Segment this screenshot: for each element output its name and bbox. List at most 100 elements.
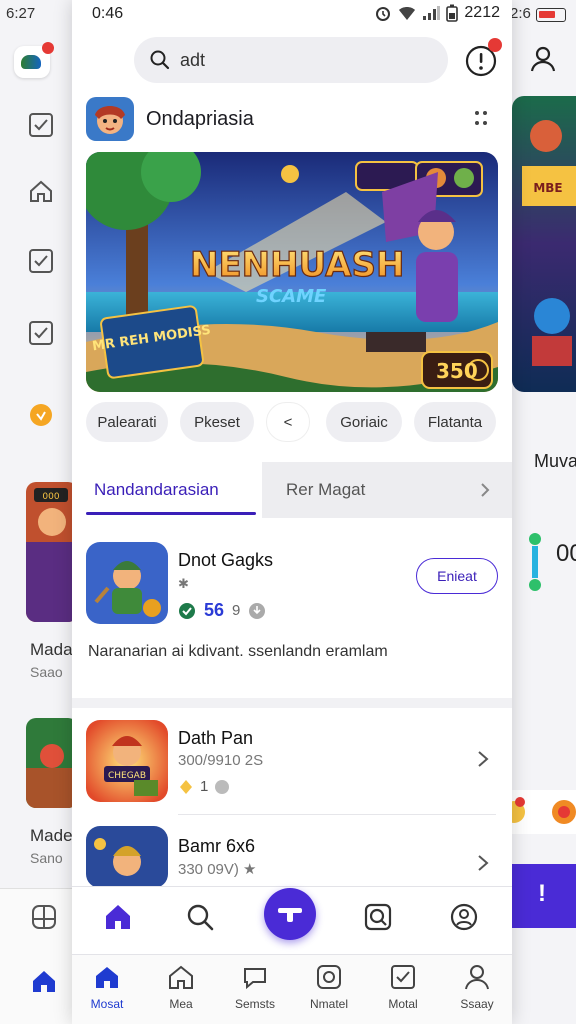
featured-title: Dnot Gagks bbox=[178, 550, 274, 570]
background-item-subtitle: Saao bbox=[30, 664, 63, 680]
search-icon[interactable] bbox=[184, 901, 216, 933]
game-icon[interactable]: CHEGAB bbox=[86, 720, 168, 802]
nav-tab-5[interactable]: Motal bbox=[368, 963, 438, 1023]
background-fab-bar[interactable]: ! bbox=[506, 864, 576, 928]
featured-rating-row: 56 9 bbox=[178, 600, 266, 621]
game-meta: 300/9910 2S bbox=[178, 752, 264, 769]
background-item-subtitle: Sano bbox=[30, 850, 63, 866]
search-bar[interactable] bbox=[134, 37, 448, 83]
chip-scroll-left[interactable]: < bbox=[266, 402, 310, 442]
chat-icon bbox=[244, 968, 266, 990]
filter-chips: Palearati Pkeset < Goriaic Flatanta bbox=[86, 402, 506, 442]
background-status-time: 2:6 bbox=[510, 5, 531, 22]
verified-icon bbox=[179, 602, 195, 619]
nav-tab-home[interactable]: Mosat bbox=[72, 963, 142, 1023]
stepper-icon[interactable] bbox=[528, 532, 542, 592]
nav-label: Semsts bbox=[234, 997, 275, 1011]
game-score-row: 1 bbox=[178, 778, 230, 795]
checkbox-icon bbox=[391, 965, 415, 989]
status-right-text: 2212 bbox=[464, 4, 500, 21]
chevron-right-icon bbox=[481, 483, 490, 497]
tab-indicator bbox=[86, 512, 256, 515]
featured-rating-count: 9 bbox=[232, 602, 241, 619]
game-title: Dath Pan bbox=[178, 728, 254, 748]
camera-icon bbox=[317, 965, 341, 989]
app-logo-icon bbox=[14, 42, 54, 78]
signal-icon bbox=[423, 6, 441, 20]
scan-icon[interactable] bbox=[362, 901, 394, 933]
game-score: 1 bbox=[200, 778, 209, 795]
home-icon bbox=[96, 967, 118, 988]
game-icon[interactable] bbox=[86, 826, 168, 888]
app-avatar[interactable] bbox=[86, 97, 134, 141]
checkbox-icon[interactable] bbox=[28, 248, 54, 274]
checkbox-icon[interactable] bbox=[28, 112, 54, 138]
featured-banner[interactable]: NENHUASH SCAME MR REH MODISS 350 bbox=[86, 152, 498, 392]
download-icon bbox=[249, 602, 266, 619]
tab-active[interactable]: Nandandarasian bbox=[72, 462, 262, 518]
map-icon[interactable] bbox=[30, 903, 58, 931]
battery-icon bbox=[446, 4, 459, 22]
background-item-title: Mada bbox=[30, 640, 73, 659]
home-icon[interactable] bbox=[28, 178, 54, 204]
notification-dot bbox=[488, 38, 502, 52]
banner-subheadline: SCAME bbox=[256, 286, 327, 307]
nav-label: Nmatel bbox=[309, 997, 348, 1011]
background-emoji-row bbox=[506, 790, 576, 834]
status-indicators: 2212 bbox=[374, 4, 500, 22]
gem-icon bbox=[180, 779, 192, 794]
app-title: Ondapriasia bbox=[146, 107, 254, 130]
chevron-right-icon[interactable] bbox=[476, 750, 490, 768]
home-outline-icon bbox=[169, 965, 193, 989]
nav-tab-2[interactable]: Mea bbox=[146, 963, 216, 1023]
featured-game-icon[interactable] bbox=[86, 542, 168, 624]
tab-inactive-label: Rer Magat bbox=[286, 480, 366, 499]
bottom-nav: Mosat Mea Semsts Nmatel Motal Ssaay bbox=[72, 954, 512, 1024]
game-meta: 330 09V) ★ bbox=[178, 861, 257, 878]
home-icon[interactable] bbox=[102, 901, 134, 933]
profile-icon[interactable] bbox=[530, 46, 556, 72]
app-header: Ondapriasia bbox=[86, 96, 496, 142]
tab-inactive[interactable]: Rer Magat bbox=[262, 462, 512, 518]
nav-label: Mea bbox=[169, 997, 193, 1011]
create-fab-button[interactable] bbox=[264, 888, 316, 940]
more-options-icon[interactable] bbox=[474, 110, 488, 126]
svg-text:CHEGAB: CHEGAB bbox=[108, 771, 146, 781]
profile-icon bbox=[465, 965, 489, 990]
chip[interactable]: Flatanta bbox=[414, 402, 496, 442]
chip[interactable]: Goriaic bbox=[326, 402, 402, 442]
nav-tab-profile[interactable]: Ssaay bbox=[442, 963, 512, 1023]
fab-label: ! bbox=[538, 880, 546, 907]
profile-edit-icon[interactable] bbox=[448, 901, 480, 933]
checkbox-icon[interactable] bbox=[28, 320, 54, 346]
featured-tag-icon: ✱ bbox=[178, 576, 189, 591]
featured-description: Naranarian ai kdivant. ssenlandn eramlam bbox=[88, 643, 388, 660]
install-button[interactable]: Enieat bbox=[416, 558, 498, 594]
search-icon bbox=[150, 50, 170, 70]
game-title: Bamr 6x6 bbox=[178, 836, 256, 856]
wifi-icon bbox=[399, 7, 416, 20]
status-time: 0:46 bbox=[92, 5, 124, 22]
home-icon[interactable] bbox=[30, 967, 58, 995]
chevron-right-icon[interactable] bbox=[476, 854, 490, 872]
svg-text:MBE: MBE bbox=[533, 181, 562, 195]
nav-label: Ssaay bbox=[460, 997, 494, 1011]
nav-label: Motal bbox=[388, 997, 418, 1011]
game-thumbnail[interactable]: 000 bbox=[26, 482, 78, 622]
chip[interactable]: Pkeset bbox=[180, 402, 254, 442]
section-divider bbox=[72, 698, 512, 708]
nav-tab-4[interactable]: Nmatel bbox=[294, 963, 364, 1023]
banner-score: 350 bbox=[436, 359, 478, 383]
background-label: Muva bbox=[534, 451, 576, 471]
chip[interactable]: Palearati bbox=[86, 402, 168, 442]
search-input[interactable] bbox=[180, 49, 420, 71]
game-thumbnail[interactable] bbox=[26, 718, 78, 808]
coin-icon bbox=[30, 404, 52, 426]
emoji-icon[interactable] bbox=[550, 794, 576, 828]
alarm-icon bbox=[376, 7, 391, 21]
alert-button[interactable] bbox=[464, 38, 502, 78]
background-item-title: Made bbox=[30, 826, 73, 845]
nav-tab-3[interactable]: Semsts bbox=[220, 963, 290, 1023]
status-bar: 0:46 2212 bbox=[72, 0, 512, 30]
background-banner[interactable]: MBE bbox=[512, 96, 576, 392]
